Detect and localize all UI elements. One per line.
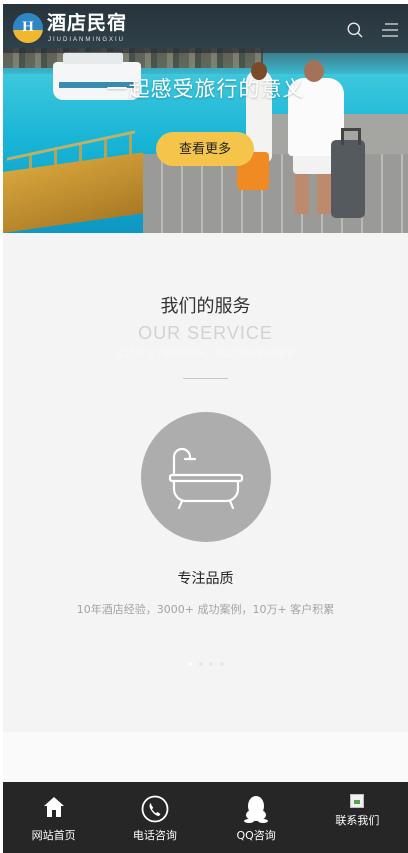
carousel-dots [188, 662, 224, 668]
nav-label: 联系我们 [335, 814, 380, 827]
nav-label: 电话咨询 [132, 829, 177, 842]
carousel-dot[interactable] [188, 662, 192, 666]
feature-description: 10年酒店经验，3000+ 成功案例，10万+ 客户积累 [76, 603, 335, 616]
service-title: 我们的服务 [160, 296, 251, 317]
bathtub-icon [168, 447, 244, 510]
broken-image-icon [350, 794, 365, 808]
carousel-dot[interactable] [209, 662, 214, 666]
lower-section [3, 732, 408, 782]
section-divider [183, 378, 228, 379]
nav-item-contact[interactable]: 联系我们 [307, 782, 408, 853]
search-icon[interactable] [347, 22, 363, 38]
feature-title: 专注品质 [177, 571, 234, 587]
nav-item-phone[interactable]: 电话咨询 [104, 782, 205, 853]
carousel-dot[interactable] [219, 662, 224, 666]
brand-subtitle: JIUDIANMINGXIU [48, 37, 126, 43]
nav-label: 网站首页 [31, 829, 76, 842]
logo-letter: H [22, 19, 34, 35]
hero-banner[interactable]: H 酒店民宿 JIUDIANMINGXIU 一起感受旅行的意义 查看更多 [3, 4, 408, 233]
service-subtitle-en: OUR SERVICE [138, 323, 273, 343]
page: H 酒店民宿 JIUDIANMINGXIU 一起感受旅行的意义 查看更多 我们的… [3, 4, 408, 853]
hero-grey-suitcase [331, 128, 365, 218]
nav-label: QQ咨询 [236, 829, 276, 842]
logo[interactable]: H [13, 13, 43, 43]
brand-name[interactable]: 酒店民宿 [47, 11, 127, 35]
nav-item-qq[interactable]: QQ咨询 [206, 782, 307, 853]
qq-icon [244, 796, 269, 823]
view-more-button[interactable]: 查看更多 [156, 132, 254, 166]
phone-icon [141, 795, 169, 823]
bottom-nav: 网站首页 电话咨询 QQ咨询 联系我们 [3, 782, 408, 853]
nav-item-home[interactable]: 网站首页 [3, 782, 104, 853]
carousel-dot[interactable] [198, 662, 203, 666]
service-description: 提供专业的民宿服务，满足您的不同需求 [115, 349, 296, 360]
hero-title: 一起感受旅行的意义 [106, 77, 305, 101]
top-bar: H 酒店民宿 JIUDIANMINGXIU [3, 4, 408, 53]
menu-icon[interactable] [382, 23, 398, 37]
home-icon [43, 797, 64, 817]
